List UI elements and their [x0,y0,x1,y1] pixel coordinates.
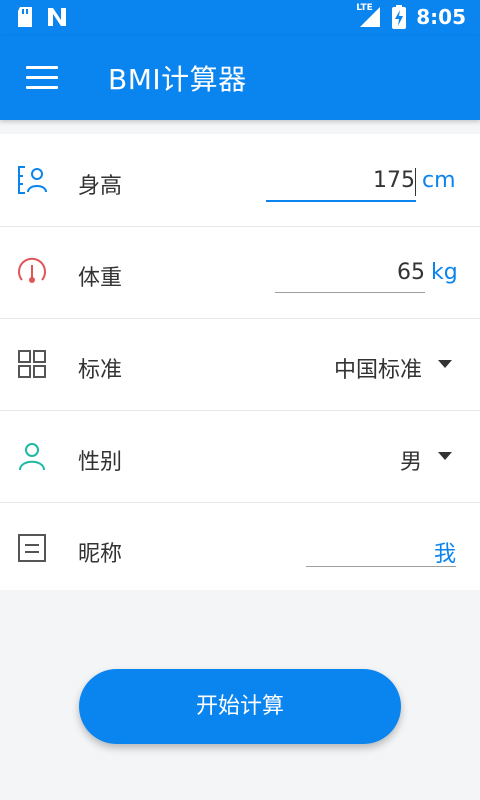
battery-charging-icon [392,5,407,29]
person-icon [19,443,45,471]
weight-input-underline [275,292,425,293]
weight-row: 体重 65 kg [0,226,480,319]
menu-icon[interactable] [26,66,58,90]
scale-gauge-icon [18,257,46,283]
weight-input[interactable]: 65 [275,260,425,285]
standard-label: 标准 [78,358,123,383]
bmi-form: 身高 175 cm 体重 65 kg 标准 中国标准 性别 男 昵称 我 [0,134,480,590]
gender-label: 性别 [78,450,123,475]
text-cursor [415,168,416,196]
chevron-down-icon[interactable] [438,360,452,368]
person-height-icon [18,166,47,194]
height-input[interactable]: 175 [266,168,415,193]
height-input-underline [266,200,416,202]
nickname-input-underline [306,566,456,567]
height-label: 身高 [78,174,123,199]
status-bar: LTE 8:05 [0,0,480,36]
signal-icon: LTE [356,3,382,29]
nickname-input[interactable]: 我 [306,536,456,568]
grid-icon [18,350,46,378]
app-bar: BMI计算器 [0,36,480,120]
weight-unit: kg [431,260,458,285]
gender-select[interactable]: 男 [300,444,422,476]
nickname-label: 昵称 [78,542,123,567]
standard-row[interactable]: 标准 中国标准 [0,318,480,411]
weight-label: 体重 [78,266,123,291]
standard-select[interactable]: 中国标准 [300,352,422,384]
chevron-down-icon[interactable] [438,452,452,460]
height-row: 身高 175 cm [0,134,480,227]
nickname-row: 昵称 我 [0,502,480,594]
n-notification-icon [48,8,66,26]
clock: 8:05 [416,5,466,29]
note-icon [18,534,46,562]
start-calculation-button[interactable]: 开始计算 [79,669,401,744]
sd-card-icon [18,7,32,27]
height-unit: cm [422,168,456,193]
gender-row[interactable]: 性别 男 [0,410,480,503]
page-title: BMI计算器 [108,63,247,96]
